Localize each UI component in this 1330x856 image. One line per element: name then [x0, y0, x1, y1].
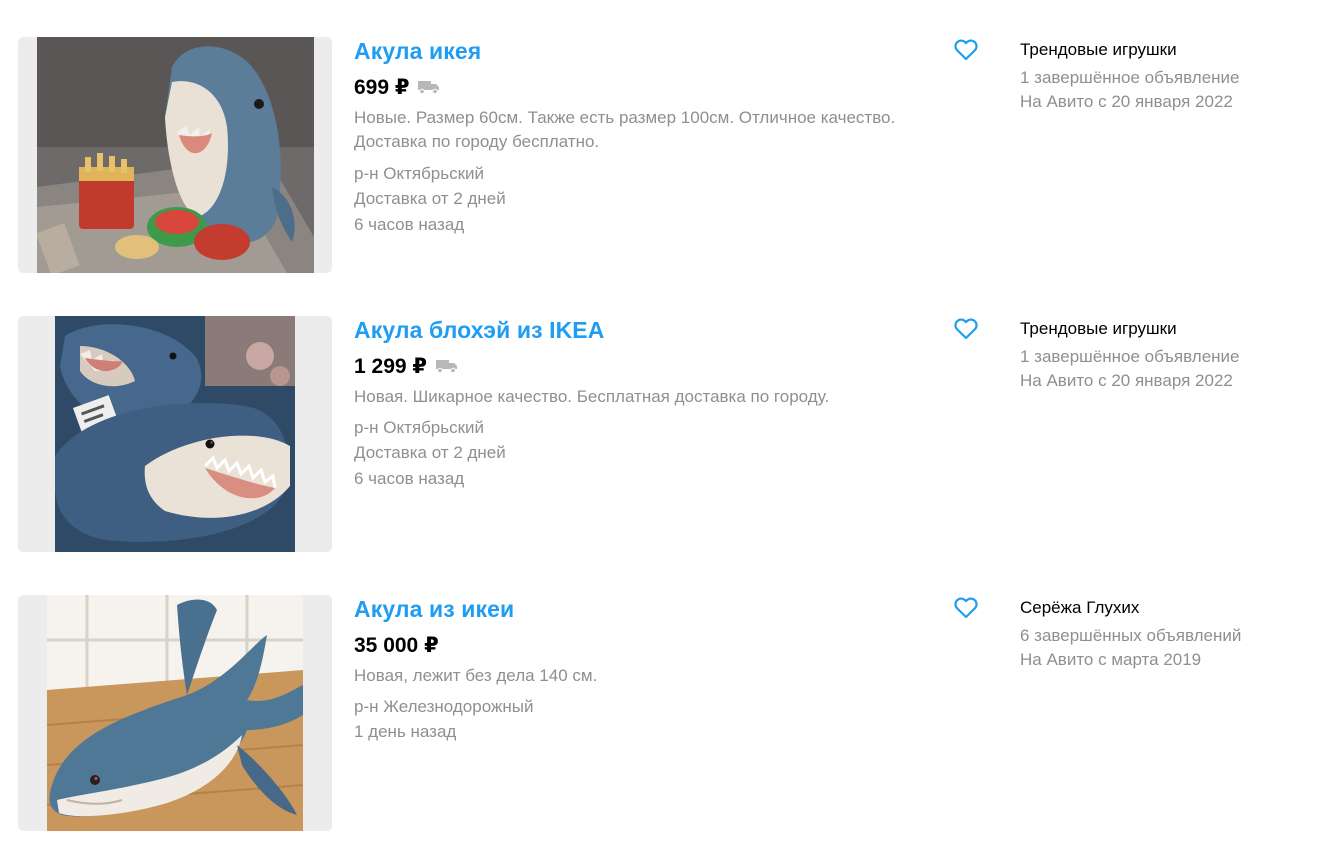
- seller-name[interactable]: Трендовые игрушки: [1020, 317, 1320, 341]
- listing-date: 1 день назад: [354, 722, 457, 741]
- seller-info: Трендовые игрушки 1 завершённое объявлен…: [1020, 317, 1320, 393]
- listing-price: 1 299 ₽: [354, 354, 427, 378]
- shark-pile-photo: [55, 316, 295, 552]
- listing-photo[interactable]: [18, 37, 332, 273]
- listing-description: Новая, лежит без дела 140 см.: [354, 666, 598, 685]
- listing-description: Новая. Шикарное качество. Бесплатная дос…: [354, 387, 830, 406]
- seller-completed: 6 завершённых объявлений: [1020, 626, 1242, 645]
- heart-outline-icon: [954, 39, 978, 61]
- listing-item[interactable]: Акула икея 699 ₽ Новые. Размер 60см. Так…: [0, 35, 1330, 275]
- listing-photo[interactable]: [18, 316, 332, 552]
- truck-icon: [418, 81, 440, 94]
- seller-completed: 1 завершённое объявление: [1020, 347, 1240, 366]
- seller-info: Трендовые игрушки 1 завершённое объявлен…: [1020, 38, 1320, 114]
- seller-info: Серёжа Глухих 6 завершённых объявлений Н…: [1020, 596, 1320, 672]
- price-row: 1 299 ₽: [354, 353, 458, 379]
- seller-name[interactable]: Серёжа Глухих: [1020, 596, 1320, 620]
- favorite-button[interactable]: [953, 317, 979, 341]
- truck-icon: [436, 360, 457, 373]
- price-row: 35 000 ₽: [354, 632, 439, 658]
- favorite-button[interactable]: [953, 38, 979, 62]
- listing-item[interactable]: Акула из икеи 35 000 ₽ Новая, лежит без …: [0, 593, 1330, 833]
- listing-delivery: Доставка от 2 дней: [354, 443, 506, 462]
- shark-on-table-photo: [47, 595, 303, 831]
- listing-date: 6 часов назад: [354, 215, 465, 234]
- listing-price: 699 ₽: [354, 75, 410, 99]
- listing-location: р-н Октябрьский: [354, 418, 485, 437]
- shark-with-meal-photo: [37, 37, 314, 273]
- favorite-button[interactable]: [953, 596, 979, 620]
- seller-since: На Авито с 20 января 2022: [1020, 92, 1233, 111]
- listing-location: р-н Железнодорожный: [354, 697, 534, 716]
- heart-outline-icon: [954, 597, 978, 619]
- listing-title[interactable]: Акула из икеи: [354, 596, 514, 623]
- listing-title[interactable]: Акула блохэй из IKEA: [354, 317, 604, 344]
- listing-photo[interactable]: [18, 595, 332, 831]
- listing-item[interactable]: Акула блохэй из IKEA 1 299 ₽ Новая. Шика…: [0, 314, 1330, 554]
- listing-description: Новые. Размер 60см. Также есть размер 10…: [354, 108, 896, 151]
- listing-delivery: Доставка от 2 дней: [354, 189, 506, 208]
- listing-location: р-н Октябрьский: [354, 164, 485, 183]
- listing-date: 6 часов назад: [354, 469, 465, 488]
- heart-outline-icon: [954, 318, 978, 340]
- seller-since: На Авито с 20 января 2022: [1020, 371, 1233, 390]
- seller-completed: 1 завершённое объявление: [1020, 68, 1240, 87]
- listing-price: 35 000 ₽: [354, 633, 439, 657]
- price-row: 699 ₽: [354, 74, 440, 100]
- seller-name[interactable]: Трендовые игрушки: [1020, 38, 1320, 62]
- seller-since: На Авито с марта 2019: [1020, 650, 1202, 669]
- listing-title[interactable]: Акула икея: [354, 38, 481, 65]
